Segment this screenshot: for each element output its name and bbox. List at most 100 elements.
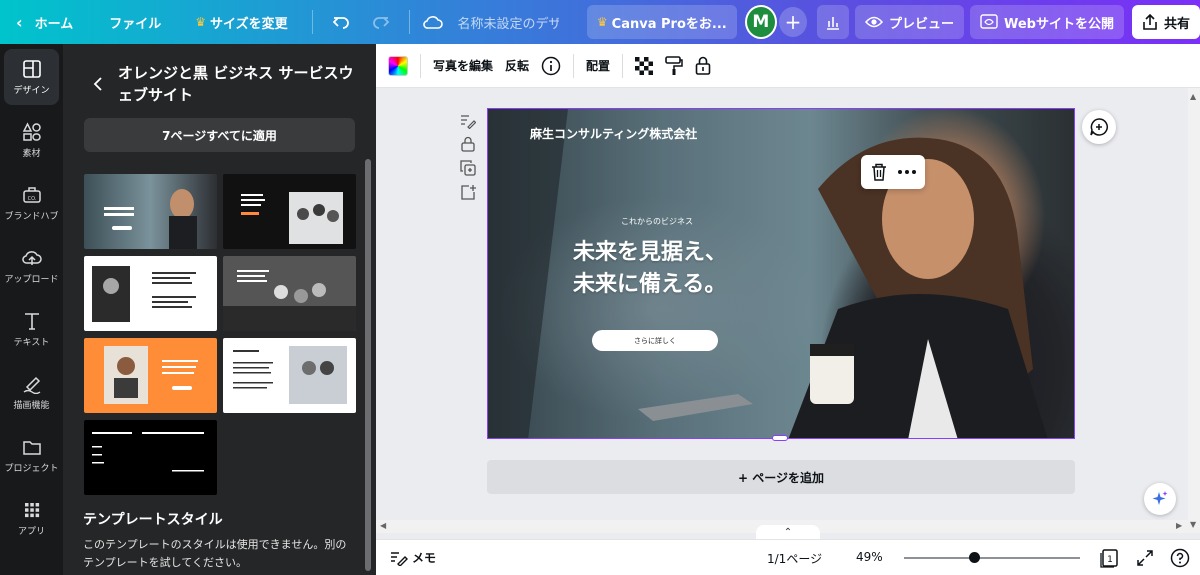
lock-icon[interactable]: [460, 136, 476, 152]
info-icon: [541, 56, 561, 76]
help-icon[interactable]: [1170, 548, 1190, 568]
save-status-button[interactable]: [418, 6, 448, 38]
pages-view-button[interactable]: 1: [1099, 548, 1119, 568]
file-menu-button[interactable]: ファイル: [99, 6, 171, 38]
left-rail: デザイン 素材 CO. ブランドハブ アップロード テキスト 描画機能 プロジェ…: [0, 44, 63, 575]
website-page[interactable]: 麻生コンサルティング株式会社 これからのビジネス 未来を見据え、 未来に備える。…: [487, 108, 1075, 439]
duplicate-icon[interactable]: [460, 160, 476, 176]
more-icon[interactable]: [897, 170, 916, 174]
scroll-up-arrow-icon[interactable]: ▲: [1190, 92, 1196, 101]
upload-icon: [21, 248, 43, 272]
redo-button[interactable]: [361, 6, 401, 38]
document-title[interactable]: 名称未設定のデザ...: [448, 6, 559, 38]
resize-label: サイズを変更: [210, 16, 288, 32]
template-thumbnail[interactable]: [223, 256, 356, 331]
template-thumbnail[interactable]: [223, 174, 356, 249]
preview-button[interactable]: プレビュー: [854, 5, 964, 39]
add-page-icon[interactable]: [460, 184, 476, 200]
show-pages-toggle[interactable]: ⌃: [756, 525, 820, 539]
svg-text:CO.: CO.: [27, 196, 36, 202]
share-button[interactable]: 共有: [1131, 5, 1200, 39]
add-comment-button[interactable]: [1082, 110, 1116, 144]
rail-draw[interactable]: 描画機能: [4, 364, 59, 420]
hero-headline[interactable]: 未来を見据え、 未来に備える。: [573, 237, 793, 301]
divider: [573, 53, 575, 78]
rail-upload[interactable]: アップロード: [4, 238, 59, 294]
rail-text[interactable]: テキスト: [4, 301, 59, 357]
top-bar: ‹ ホーム ファイル ♛ サイズを変更 名称未設定のデザ... ♛ Canva …: [0, 0, 1200, 44]
learn-more-button[interactable]: さらに詳しく: [592, 330, 718, 351]
canva-pro-button[interactable]: ♛ Canva Proをお...: [586, 5, 737, 39]
avatar[interactable]: M: [744, 5, 777, 39]
bottom-bar: メモ 1/1ページ 49% 1: [376, 539, 1200, 575]
rail-projects[interactable]: プロジェクト: [4, 427, 59, 483]
scroll-right-arrow-icon[interactable]: ▶: [1176, 521, 1182, 530]
rail-label: テキスト: [13, 337, 50, 348]
insights-button[interactable]: [817, 5, 849, 39]
color-swatch-button[interactable]: [382, 51, 414, 81]
flip-button[interactable]: 反転: [499, 51, 535, 81]
hero-subtitle[interactable]: これからのビジネス: [621, 216, 693, 227]
magic-assistant-button[interactable]: [1144, 483, 1176, 515]
vertical-scrollbar[interactable]: [1188, 88, 1200, 533]
info-button[interactable]: [535, 51, 567, 81]
comment-plus-icon: [1089, 117, 1109, 137]
fullscreen-icon[interactable]: [1135, 548, 1155, 568]
hero-headline-line-1: 未来を見据え、: [573, 240, 728, 265]
trash-icon[interactable]: [871, 163, 887, 181]
page-indicator[interactable]: 1/1ページ: [767, 550, 822, 567]
rail-apps[interactable]: アプリ: [4, 490, 59, 546]
canva-pro-label: Canva Proをお...: [611, 16, 727, 32]
eye-icon: [864, 15, 883, 29]
notes-button[interactable]: メモ: [390, 549, 436, 566]
redo-icon: [371, 12, 391, 32]
crown-icon: ♛: [195, 15, 206, 29]
layout-icon: [22, 59, 42, 83]
template-style-heading: テンプレートスタイル: [83, 512, 223, 528]
template-thumbnail[interactable]: [84, 174, 217, 249]
rail-label: 素材: [22, 148, 41, 159]
add-page-button[interactable]: + ページを追加: [487, 460, 1075, 494]
zoom-slider-knob[interactable]: [969, 552, 981, 563]
template-thumbnail[interactable]: [84, 420, 217, 495]
bar-chart-icon: [825, 14, 841, 30]
context-toolbar: 写真を編集 反転 配置: [376, 44, 1200, 88]
template-thumbnail[interactable]: [84, 338, 217, 413]
scroll-down-arrow-icon[interactable]: ▼: [1190, 520, 1196, 529]
template-title: オレンジと黒 ビジネス サービスウェブサイト: [118, 64, 354, 104]
position-button[interactable]: 配置: [580, 51, 616, 81]
lock-icon: [695, 56, 711, 76]
scroll-left-arrow-icon[interactable]: ◀: [380, 521, 386, 530]
rail-elements[interactable]: 素材: [4, 112, 59, 168]
resize-button[interactable]: ♛ サイズを変更: [185, 6, 297, 38]
rail-label: ブランドハブ: [4, 211, 59, 222]
panel-scrollbar[interactable]: [365, 159, 371, 571]
brand-icon: CO.: [22, 185, 42, 209]
add-collaborator-button[interactable]: +: [778, 7, 808, 37]
template-thumbnail[interactable]: [84, 256, 217, 331]
lock-button[interactable]: [689, 51, 717, 81]
share-label: 共有: [1163, 16, 1190, 32]
home-button[interactable]: ‹ ホーム: [10, 6, 83, 38]
rail-label: アップロード: [4, 274, 59, 285]
rail-label: プロジェクト: [4, 463, 59, 474]
rail-brand-hub[interactable]: CO. ブランドハブ: [4, 175, 59, 231]
zoom-level[interactable]: 49%: [856, 550, 883, 564]
notes-pencil-icon[interactable]: [460, 113, 476, 129]
transparency-button[interactable]: [629, 51, 659, 81]
floating-element-toolbar: [861, 155, 925, 189]
divider: [420, 53, 421, 78]
company-name[interactable]: 麻生コンサルティング株式会社: [530, 125, 697, 142]
publish-website-button[interactable]: Webサイトを公開: [969, 5, 1124, 39]
rail-design[interactable]: デザイン: [4, 49, 59, 105]
copy-style-button[interactable]: [659, 51, 689, 81]
resize-handle[interactable]: [772, 435, 788, 441]
template-thumbnail[interactable]: [223, 338, 356, 413]
edit-photo-button[interactable]: 写真を編集: [427, 51, 499, 81]
publish-label: Webサイトを公開: [1003, 16, 1114, 32]
undo-button[interactable]: [321, 6, 361, 38]
back-chevron-icon[interactable]: [93, 77, 103, 91]
crown-icon: ♛: [596, 15, 608, 29]
apply-all-pages-button[interactable]: 7ページすべてに適用: [84, 118, 355, 152]
zoom-slider[interactable]: [904, 552, 1080, 563]
